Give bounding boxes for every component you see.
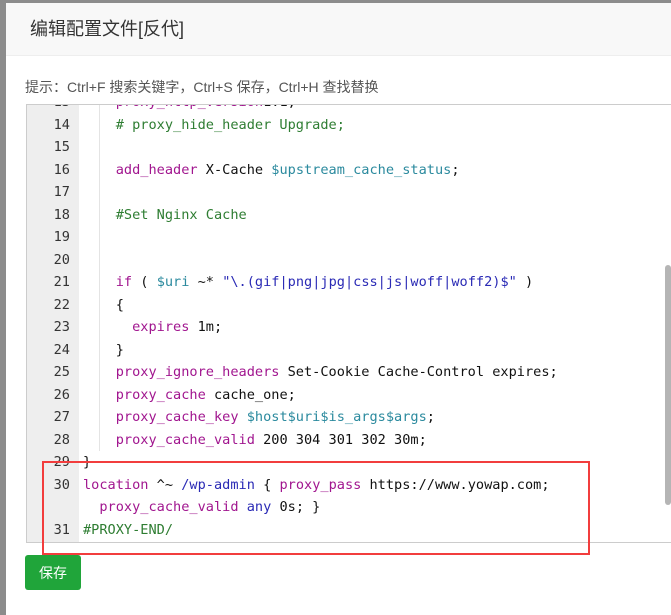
code-token: Set-Cookie Cache-Control expires; [279,364,558,380]
code-token: 1m; [189,319,223,335]
code-text: #Set Nginx Cache [83,204,247,227]
line-number: 27 [53,409,70,425]
code-token: "\.(gif|png|jpg|css|js|woff|woff2)$" [222,274,517,290]
line-number: 21 [53,274,70,290]
line-number: 23 [53,319,70,335]
code-token: proxy_http_version [116,105,263,110]
line-number: 20 [53,251,70,268]
code-token: } [115,341,124,358]
code-text: expires 1m; [83,316,222,339]
code-token: if [115,274,133,290]
highlight-box [42,461,590,555]
line-number: 28 [53,431,70,448]
code-token: ( [132,274,157,290]
code-token: add_header [115,161,198,178]
line-number: 19 [53,229,70,245]
code-text: proxy_http_version1.1; [83,105,296,114]
code-token: 1.1; [263,105,296,110]
code-text: # proxy_hide_header Upgrade; [83,114,345,137]
code-token: proxy_ignore_headers [115,364,280,380]
code-text: proxy_cache_valid 200 304 301 302 30m; [83,429,427,452]
code-token: proxy_cache_key [115,409,239,425]
line-number: 15 [53,139,70,155]
code-token: cache_one; [205,386,296,403]
code-token: proxy_cache [115,386,206,403]
code-token: # proxy_hide_header Upgrade; [115,116,345,133]
code-token: $host$uri$is_args$args [246,409,427,425]
code-text: proxy_cache cache_one; [83,384,296,407]
line-number: 16 [53,161,70,178]
code-text: proxy_cache_key $host$uri$is_args$args; [83,406,435,429]
vertical-scrollbar[interactable] [665,265,671,505]
code-text: if ( $uri ~* "\.(gif|png|jpg|css|js|woff… [83,271,533,294]
line-number: 18 [53,206,70,223]
code-token: expires [132,319,190,335]
code-token: $upstream_cache_status [271,161,452,178]
code-token: 200 304 301 302 30m; [254,431,427,448]
code-token: ; [451,161,460,178]
code-token: proxy_cache_valid [115,431,255,448]
code-text: { [83,294,124,317]
line-number: 25 [53,364,70,380]
code-token: ; [426,409,435,425]
dialog-title: 编辑配置文件[反代] [6,3,671,56]
code-token: { [115,296,124,313]
line-number: 17 [53,184,70,200]
code-token: #Set Nginx Cache [115,206,247,223]
code-token: $uri [156,274,190,290]
line-number: 14 [53,116,70,133]
code-text: add_header X-Cache $upstream_cache_statu… [83,159,460,182]
code-text: } [83,339,124,362]
line-number: 13 [27,105,70,114]
shortcut-hint: 提示：Ctrl+F 搜索关键字，Ctrl+S 保存，Ctrl+H 查找替换 [25,79,379,95]
save-button[interactable]: 保存 [25,555,81,590]
code-token: ) [516,274,534,290]
code-token: ~* [189,274,223,290]
line-number: 26 [53,386,70,403]
line-number: 24 [53,341,70,358]
code-token: X-Cache [197,161,272,178]
edit-config-dialog: 编辑配置文件[反代] 提示：Ctrl+F 搜索关键字，Ctrl+S 保存，Ctr… [6,3,671,615]
line-number: 22 [53,296,70,313]
code-text: proxy_ignore_headers Set-Cookie Cache-Co… [83,361,558,384]
